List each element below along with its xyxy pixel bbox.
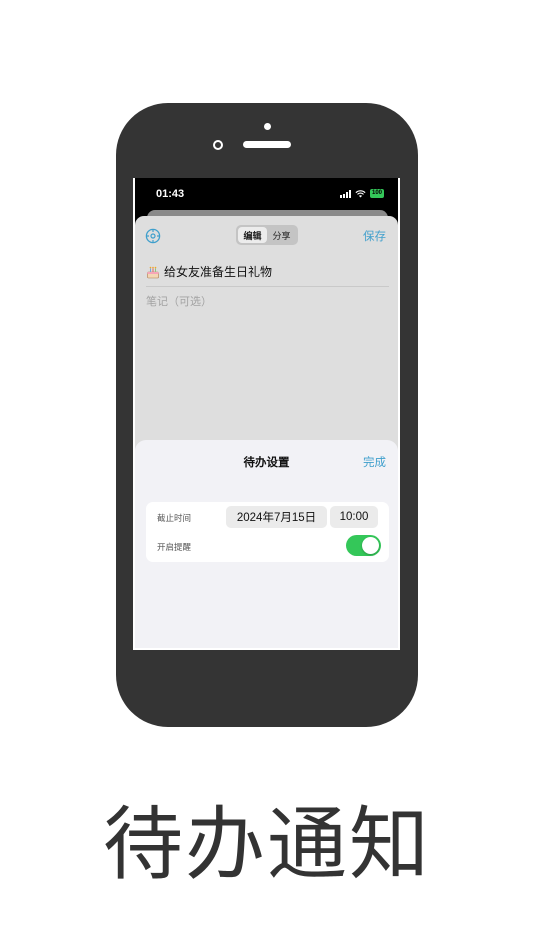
todo-settings-panel: 待办设置 完成 截止时间 2024年7月15日 10:00 开启提醒 — [135, 440, 398, 648]
phone-screen: 01:43 100 编辑 分享 保存 给女友准备生日礼物 笔记（可选） 待办设置… — [133, 178, 400, 650]
status-bar: 01:43 100 — [135, 178, 398, 210]
front-camera — [213, 140, 223, 150]
gear-icon[interactable] — [145, 228, 161, 244]
settings-card: 截止时间 2024年7月15日 10:00 开启提醒 — [146, 502, 389, 562]
status-icons: 100 — [339, 189, 384, 198]
reminder-label: 开启提醒 — [157, 543, 192, 553]
panel-title: 待办设置 — [243, 455, 290, 469]
signal-icon — [339, 189, 351, 198]
segment-edit[interactable]: 编辑 — [238, 227, 267, 243]
save-button[interactable]: 保存 — [363, 228, 386, 244]
deadline-time-picker[interactable]: 10:00 — [330, 506, 378, 528]
battery-icon: 100 — [369, 189, 384, 198]
wifi-icon — [355, 189, 366, 198]
deadline-label: 截止时间 — [157, 514, 192, 524]
reminder-toggle[interactable] — [346, 535, 381, 556]
birthday-cake-icon — [147, 266, 159, 279]
done-button[interactable]: 完成 — [363, 454, 386, 470]
toggle-knob — [362, 537, 379, 554]
status-time: 01:43 — [156, 188, 185, 200]
feature-caption: 待办通知 — [103, 798, 431, 891]
todo-title: 给女友准备生日礼物 — [164, 265, 273, 279]
todo-title-field[interactable]: 给女友准备生日礼物 — [146, 264, 389, 287]
segment-share[interactable]: 分享 — [267, 227, 296, 243]
notes-input[interactable]: 笔记（可选） — [146, 293, 212, 309]
mode-segmented-control[interactable]: 编辑 分享 — [236, 225, 298, 245]
proximity-sensor — [264, 123, 271, 130]
deadline-date-picker[interactable]: 2024年7月15日 — [226, 506, 327, 528]
earpiece-speaker — [243, 141, 291, 148]
